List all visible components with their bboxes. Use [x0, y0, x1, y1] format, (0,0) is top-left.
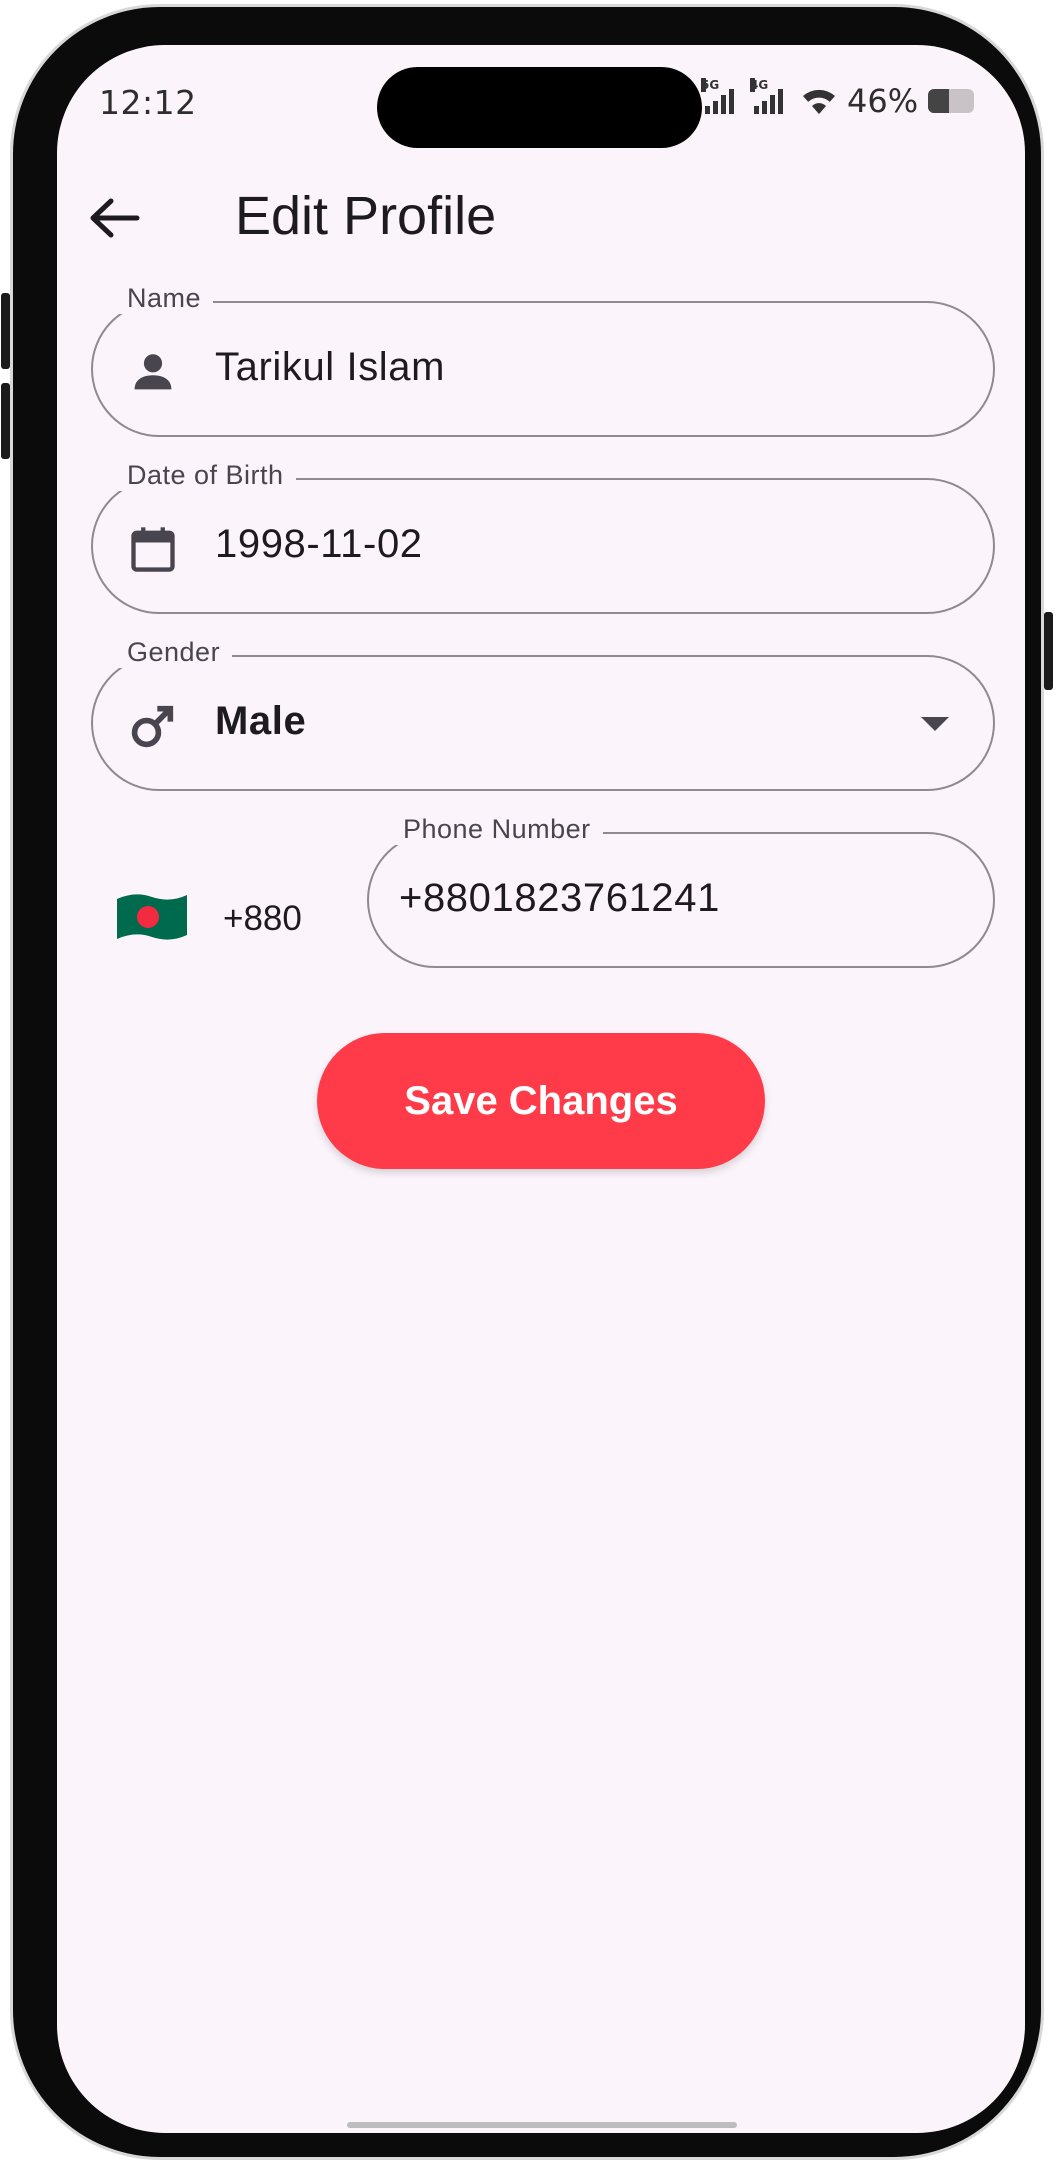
status-time: 12:12	[99, 83, 197, 122]
app-screen: 12:12 5G 4G 46% Edit Profile Name Tariku…	[57, 45, 1025, 2133]
name-field[interactable]: Name Tarikul Islam	[91, 283, 995, 437]
network-type-label: 4G	[750, 78, 769, 92]
arrow-left-icon	[90, 198, 140, 238]
save-changes-button[interactable]: Save Changes	[317, 1033, 765, 1169]
gender-dropdown[interactable]: Gender Male	[91, 637, 995, 791]
date-of-birth-value: 1998-11-02	[215, 522, 423, 566]
calendar-icon	[131, 527, 175, 572]
wifi-icon	[803, 89, 835, 114]
caret-down-icon	[921, 717, 949, 731]
volume-button	[1, 383, 10, 459]
signal-icon: 5G	[701, 78, 734, 114]
action-button	[1, 293, 10, 369]
signal-icon: 4G	[750, 78, 783, 114]
gender-value: Male	[215, 699, 307, 743]
battery-percent: 46%	[847, 82, 919, 120]
date-of-birth-field[interactable]: Date of Birth 1998-11-02	[91, 460, 995, 614]
gender-label: Gender	[115, 637, 233, 668]
phone-frame: 12:12 5G 4G 46% Edit Profile Name Tariku…	[1, 4, 1053, 2160]
male-icon	[131, 705, 174, 748]
back-button[interactable]	[87, 193, 147, 243]
power-button	[1044, 612, 1053, 690]
status-icons: 5G 4G 46%	[701, 78, 975, 121]
battery-icon	[928, 89, 975, 113]
phone-number-label: Phone Number	[391, 814, 603, 845]
person-icon	[134, 354, 172, 390]
name-field-label: Name	[115, 283, 214, 314]
home-indicator	[347, 2122, 737, 2128]
country-code: +880	[223, 899, 302, 938]
name-value: Tarikul Islam	[215, 345, 446, 389]
country-code-picker[interactable]: +880	[115, 885, 305, 955]
phone-number-field[interactable]: Phone Number +8801823761241	[367, 814, 995, 968]
battery-level	[928, 89, 950, 113]
app-bar: Edit Profile	[57, 173, 1025, 263]
bangladesh-flag-icon	[117, 894, 187, 940]
date-of-birth-label: Date of Birth	[115, 460, 296, 491]
network-type-label: 5G	[701, 78, 720, 92]
phone-number-value: +8801823761241	[399, 876, 720, 920]
page-title: Edit Profile	[235, 186, 497, 246]
dynamic-island	[377, 67, 702, 148]
